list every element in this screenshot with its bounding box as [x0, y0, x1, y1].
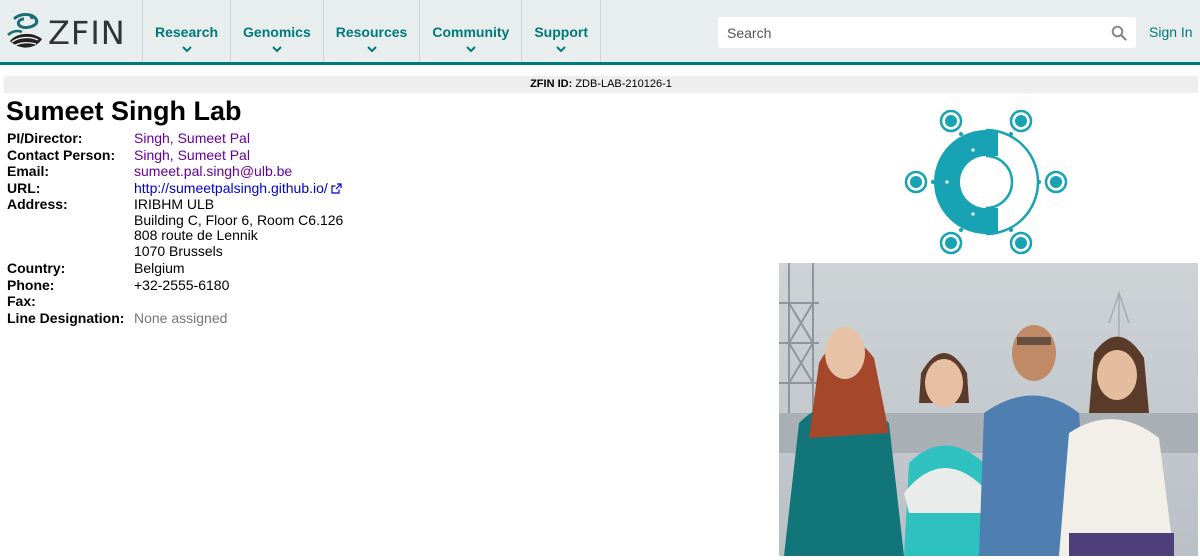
chevron-down-icon: [181, 46, 192, 53]
nav-resources-label: Resources: [335, 24, 408, 40]
address-label: Address:: [7, 196, 68, 212]
lab-group-photo: [779, 263, 1198, 556]
nav-genomics[interactable]: Genomics: [230, 0, 323, 62]
email-label: Email:: [7, 163, 50, 179]
main-menu: Research Genomics Resources Community Su…: [142, 0, 601, 62]
email-row: Email: sumeet.pal.singh@ulb.be: [7, 163, 343, 180]
phone-value: +32-2555-6180: [134, 276, 230, 293]
fax-label: Fax:: [7, 293, 36, 309]
url-label: URL:: [7, 179, 41, 196]
nav-support[interactable]: Support: [521, 0, 601, 62]
pi-label: PI/Director:: [7, 130, 83, 146]
page-title: Sumeet Singh Lab: [6, 96, 242, 126]
fax-row: Fax:: [7, 293, 343, 310]
address-row: Address: IRIBHM ULB Building C, Floor 6,…: [7, 196, 344, 259]
zfin-id-bar: ZFIN ID: ZDB-LAB-210126-1: [4, 76, 1198, 93]
contact-link[interactable]: Singh, Sumeet Pal: [134, 147, 250, 164]
contact-row: Contact Person: Singh, Sumeet Pal: [7, 146, 343, 164]
line-designation-label: Line Designation:: [7, 309, 125, 326]
phone-label: Phone:: [7, 276, 55, 293]
sign-in-link[interactable]: Sign In: [1149, 24, 1193, 40]
url-value: http://sumeetpalsingh.github.io/: [134, 180, 342, 197]
lab-logo-icon: [904, 110, 1068, 255]
address-line: Building C, Floor 6, Room C6.126: [134, 211, 344, 228]
email-link[interactable]: sumeet.pal.singh@ulb.be: [134, 163, 292, 180]
search-input[interactable]: [718, 18, 1111, 47]
zfin-fish-logo-icon: [7, 13, 42, 48]
url-row: URL: http://sumeetpalsingh.github.io/: [7, 179, 343, 197]
lab-info-table: PI/Director: Singh, Sumeet Pal Contact P…: [7, 130, 344, 327]
line-designation-value: None assigned: [134, 309, 228, 326]
nav-research[interactable]: Research: [142, 0, 230, 62]
country-row: Country: Belgium: [7, 260, 343, 277]
chevron-down-icon: [366, 46, 377, 53]
nav-community-label: Community: [432, 24, 510, 40]
address-value: IRIBHM ULB Building C, Floor 6, Room C6.…: [134, 196, 344, 259]
logo-text: ZFIN: [48, 14, 126, 52]
zfin-id-value: ZDB-LAB-210126-1: [575, 78, 672, 90]
pi-link[interactable]: Singh, Sumeet Pal: [134, 130, 250, 147]
nav-resources[interactable]: Resources: [322, 0, 420, 62]
chevron-down-icon: [556, 46, 566, 53]
zfin-logo[interactable]: ZFIN: [6, 8, 136, 58]
top-navigation: ZFIN Research Genomics Resources Communi…: [0, 0, 1200, 65]
address-line: 1070 Brussels: [134, 242, 223, 259]
contact-label: Contact Person:: [7, 146, 116, 163]
nav-genomics-label: Genomics: [243, 24, 311, 40]
line-designation-row: Line Designation: None assigned: [7, 309, 343, 327]
nav-research-label: Research: [155, 24, 219, 40]
address-line: IRIBHM ULB: [134, 196, 215, 212]
country-value: Belgium: [134, 260, 185, 276]
phone-row: Phone: +32-2555-6180: [7, 276, 343, 294]
nav-community[interactable]: Community: [419, 0, 521, 62]
search-icon[interactable]: [1111, 25, 1127, 41]
zfin-id-label: ZFIN ID:: [530, 78, 573, 90]
chevron-down-icon: [272, 46, 282, 53]
pi-row: PI/Director: Singh, Sumeet Pal: [7, 130, 343, 147]
address-line: 808 route de Lennik: [134, 227, 258, 243]
nav-support-label: Support: [534, 24, 588, 40]
external-link-icon[interactable]: [331, 182, 342, 194]
country-label: Country:: [7, 260, 66, 276]
chevron-down-icon: [466, 46, 476, 53]
search-box: [718, 17, 1136, 48]
url-link[interactable]: http://sumeetpalsingh.github.io/: [134, 180, 328, 196]
